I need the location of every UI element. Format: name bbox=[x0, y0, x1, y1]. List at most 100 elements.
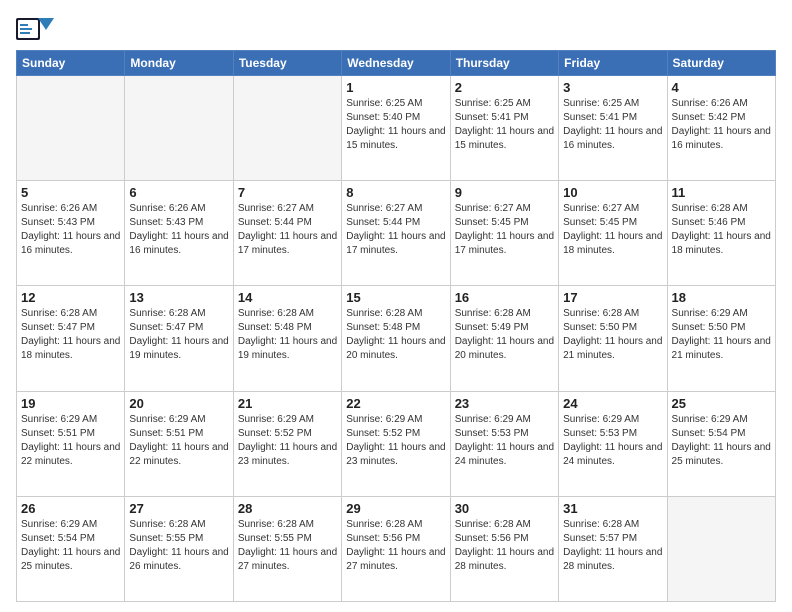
calendar-cell: 17Sunrise: 6:28 AM Sunset: 5:50 PM Dayli… bbox=[559, 286, 667, 391]
week-row-1: 1 Sunrise: 6:25 AM Sunset: 5:40 PM Daylig… bbox=[17, 76, 776, 181]
day-number: 4 bbox=[672, 80, 771, 95]
calendar-cell: 29Sunrise: 6:28 AM Sunset: 5:56 PM Dayli… bbox=[342, 496, 450, 601]
calendar-cell: 31 Sunrise: 6:28 AM Sunset: 5:57 PM Dayli… bbox=[559, 496, 667, 601]
day-info: Sunrise: 6:29 AM Sunset: 5:52 PM Dayligh… bbox=[238, 413, 337, 469]
day-number: 10 bbox=[563, 185, 662, 200]
calendar-cell: 4 Sunrise: 6:26 AM Sunset: 5:42 PM Daylig… bbox=[667, 76, 775, 181]
page: SundayMondayTuesdayWednesdayThursdayFrid… bbox=[0, 0, 792, 612]
day-info: Sunrise: 6:29 AM Sunset: 5:54 PM Dayligh… bbox=[21, 518, 120, 574]
calendar-header-friday: Friday bbox=[559, 51, 667, 76]
week-row-2: 5 Sunrise: 6:26 AM Sunset: 5:43 PM Daylig… bbox=[17, 181, 776, 286]
day-info: Sunrise: 6:27 AM Sunset: 5:45 PM Dayligh… bbox=[563, 202, 662, 258]
calendar-cell: 22 Sunrise: 6:29 AM Sunset: 5:52 PM Dayli… bbox=[342, 391, 450, 496]
logo bbox=[16, 14, 58, 44]
calendar-cell: 12 Sunrise: 6:28 AM Sunset: 5:47 PM Dayli… bbox=[17, 286, 125, 391]
day-number: 16 bbox=[455, 290, 554, 305]
day-info: Sunrise: 6:27 AM Sunset: 5:45 PM Dayligh… bbox=[455, 202, 554, 258]
day-info: Sunrise: 6:27 AM Sunset: 5:44 PM Dayligh… bbox=[346, 202, 445, 258]
calendar-cell: 24 Sunrise: 6:29 AM Sunset: 5:53 PM Dayli… bbox=[559, 391, 667, 496]
calendar-header-monday: Monday bbox=[125, 51, 233, 76]
day-info: Sunrise: 6:25 AM Sunset: 5:41 PM Dayligh… bbox=[563, 97, 662, 153]
day-info: Sunrise: 6:28 AM Sunset: 5:47 PM Dayligh… bbox=[129, 307, 228, 363]
calendar-cell: 7 Sunrise: 6:27 AM Sunset: 5:44 PM Daylig… bbox=[233, 181, 341, 286]
calendar-header-wednesday: Wednesday bbox=[342, 51, 450, 76]
calendar-cell: 23 Sunrise: 6:29 AM Sunset: 5:53 PM Dayli… bbox=[450, 391, 558, 496]
calendar-cell: 27Sunrise: 6:28 AM Sunset: 5:55 PM Dayli… bbox=[125, 496, 233, 601]
calendar-cell: 25 Sunrise: 6:29 AM Sunset: 5:54 PM Dayli… bbox=[667, 391, 775, 496]
day-number: 26 bbox=[21, 501, 120, 516]
day-number: 14 bbox=[238, 290, 337, 305]
day-number: 2 bbox=[455, 80, 554, 95]
day-number: 7 bbox=[238, 185, 337, 200]
calendar-cell: 16 Sunrise: 6:28 AM Sunset: 5:49 PM Dayli… bbox=[450, 286, 558, 391]
day-info: Sunrise: 6:29 AM Sunset: 5:51 PM Dayligh… bbox=[21, 413, 120, 469]
day-info: Sunrise: 6:29 AM Sunset: 5:54 PM Dayligh… bbox=[672, 413, 771, 469]
day-info: Sunrise: 6:28 AM Sunset: 5:47 PM Dayligh… bbox=[21, 307, 120, 363]
day-number: 5 bbox=[21, 185, 120, 200]
day-info: Sunrise: 6:28 AM Sunset: 5:48 PM Dayligh… bbox=[346, 307, 445, 363]
calendar-cell bbox=[125, 76, 233, 181]
calendar-table: SundayMondayTuesdayWednesdayThursdayFrid… bbox=[16, 50, 776, 602]
day-info: Sunrise: 6:26 AM Sunset: 5:43 PM Dayligh… bbox=[21, 202, 120, 258]
day-info: Sunrise: 6:29 AM Sunset: 5:50 PM Dayligh… bbox=[672, 307, 771, 363]
day-info: Sunrise: 6:25 AM Sunset: 5:40 PM Dayligh… bbox=[346, 97, 445, 153]
day-info: Sunrise: 6:27 AM Sunset: 5:44 PM Dayligh… bbox=[238, 202, 337, 258]
day-number: 24 bbox=[563, 396, 662, 411]
day-info: Sunrise: 6:29 AM Sunset: 5:52 PM Dayligh… bbox=[346, 413, 445, 469]
day-number: 1 bbox=[346, 80, 445, 95]
day-number: 27 bbox=[129, 501, 228, 516]
calendar-header-thursday: Thursday bbox=[450, 51, 558, 76]
calendar-cell: 26 Sunrise: 6:29 AM Sunset: 5:54 PM Dayli… bbox=[17, 496, 125, 601]
day-info: Sunrise: 6:26 AM Sunset: 5:43 PM Dayligh… bbox=[129, 202, 228, 258]
day-number: 9 bbox=[455, 185, 554, 200]
calendar-header-saturday: Saturday bbox=[667, 51, 775, 76]
calendar-cell: 18Sunrise: 6:29 AM Sunset: 5:50 PM Dayli… bbox=[667, 286, 775, 391]
day-info: Sunrise: 6:29 AM Sunset: 5:53 PM Dayligh… bbox=[563, 413, 662, 469]
day-info: Sunrise: 6:28 AM Sunset: 5:56 PM Dayligh… bbox=[455, 518, 554, 574]
day-number: 31 bbox=[563, 501, 662, 516]
calendar-cell bbox=[667, 496, 775, 601]
week-row-5: 26 Sunrise: 6:29 AM Sunset: 5:54 PM Dayli… bbox=[17, 496, 776, 601]
day-number: 23 bbox=[455, 396, 554, 411]
calendar-cell: 15 Sunrise: 6:28 AM Sunset: 5:48 PM Dayli… bbox=[342, 286, 450, 391]
day-number: 8 bbox=[346, 185, 445, 200]
calendar-cell: 8 Sunrise: 6:27 AM Sunset: 5:44 PM Daylig… bbox=[342, 181, 450, 286]
calendar-cell: 19 Sunrise: 6:29 AM Sunset: 5:51 PM Dayli… bbox=[17, 391, 125, 496]
calendar-cell: 30 Sunrise: 6:28 AM Sunset: 5:56 PM Dayli… bbox=[450, 496, 558, 601]
day-info: Sunrise: 6:28 AM Sunset: 5:50 PM Dayligh… bbox=[563, 307, 662, 363]
day-info: Sunrise: 6:28 AM Sunset: 5:57 PM Dayligh… bbox=[563, 518, 662, 574]
day-number: 30 bbox=[455, 501, 554, 516]
day-number: 3 bbox=[563, 80, 662, 95]
day-info: Sunrise: 6:28 AM Sunset: 5:46 PM Dayligh… bbox=[672, 202, 771, 258]
calendar-cell: 28Sunrise: 6:28 AM Sunset: 5:55 PM Dayli… bbox=[233, 496, 341, 601]
day-number: 6 bbox=[129, 185, 228, 200]
calendar-cell: 2 Sunrise: 6:25 AM Sunset: 5:41 PM Daylig… bbox=[450, 76, 558, 181]
day-info: Sunrise: 6:28 AM Sunset: 5:48 PM Dayligh… bbox=[238, 307, 337, 363]
calendar-cell: 3 Sunrise: 6:25 AM Sunset: 5:41 PM Daylig… bbox=[559, 76, 667, 181]
day-info: Sunrise: 6:28 AM Sunset: 5:49 PM Dayligh… bbox=[455, 307, 554, 363]
week-row-4: 19 Sunrise: 6:29 AM Sunset: 5:51 PM Dayli… bbox=[17, 391, 776, 496]
calendar-cell: 13Sunrise: 6:28 AM Sunset: 5:47 PM Dayli… bbox=[125, 286, 233, 391]
calendar-cell: 9 Sunrise: 6:27 AM Sunset: 5:45 PM Daylig… bbox=[450, 181, 558, 286]
calendar-header-row: SundayMondayTuesdayWednesdayThursdayFrid… bbox=[17, 51, 776, 76]
calendar-cell: 14 Sunrise: 6:28 AM Sunset: 5:48 PM Dayli… bbox=[233, 286, 341, 391]
day-info: Sunrise: 6:26 AM Sunset: 5:42 PM Dayligh… bbox=[672, 97, 771, 153]
logo-icon bbox=[16, 14, 54, 44]
calendar-cell bbox=[233, 76, 341, 181]
day-number: 22 bbox=[346, 396, 445, 411]
day-number: 15 bbox=[346, 290, 445, 305]
day-number: 28 bbox=[238, 501, 337, 516]
week-row-3: 12 Sunrise: 6:28 AM Sunset: 5:47 PM Dayli… bbox=[17, 286, 776, 391]
day-number: 19 bbox=[21, 396, 120, 411]
day-number: 12 bbox=[21, 290, 120, 305]
day-number: 29 bbox=[346, 501, 445, 516]
calendar-header-sunday: Sunday bbox=[17, 51, 125, 76]
header bbox=[16, 10, 776, 44]
day-info: Sunrise: 6:25 AM Sunset: 5:41 PM Dayligh… bbox=[455, 97, 554, 153]
calendar-cell: 6 Sunrise: 6:26 AM Sunset: 5:43 PM Daylig… bbox=[125, 181, 233, 286]
calendar-cell bbox=[17, 76, 125, 181]
day-info: Sunrise: 6:29 AM Sunset: 5:53 PM Dayligh… bbox=[455, 413, 554, 469]
calendar-cell: 11Sunrise: 6:28 AM Sunset: 5:46 PM Dayli… bbox=[667, 181, 775, 286]
calendar-cell: 1 Sunrise: 6:25 AM Sunset: 5:40 PM Daylig… bbox=[342, 76, 450, 181]
day-number: 25 bbox=[672, 396, 771, 411]
